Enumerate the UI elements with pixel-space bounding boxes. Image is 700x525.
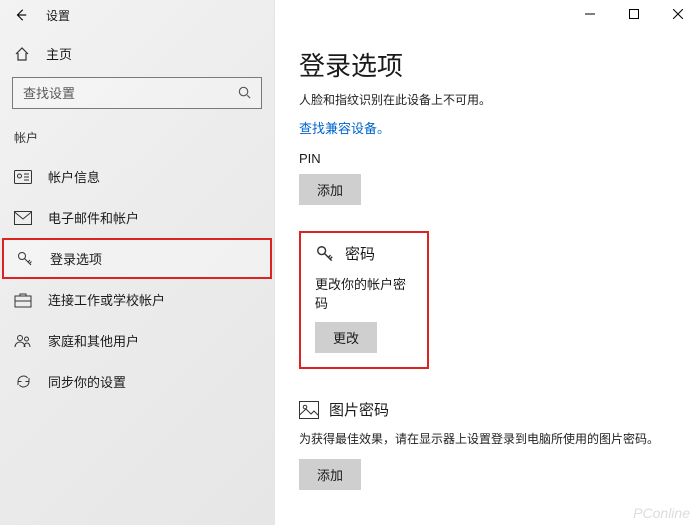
id-card-icon <box>14 168 32 186</box>
sidebar-item-work-school[interactable]: 连接工作或学校帐户 <box>0 279 274 320</box>
password-desc: 更改你的帐户密码 <box>315 274 413 312</box>
briefcase-icon <box>14 291 32 309</box>
picture-password-section: 图片密码 为获得最佳效果，请在显示器上设置登录到电脑所使用的图片密码。 添加 <box>299 399 676 490</box>
back-icon[interactable] <box>14 8 28 22</box>
maximize-button[interactable] <box>612 0 656 28</box>
key-icon <box>16 250 34 268</box>
search-icon <box>237 85 253 101</box>
main-panel: 登录选项 人脸和指纹识别在此设备上不可用。 查找兼容设备。 PIN 添加 密码 … <box>275 0 700 525</box>
sidebar-nav: 帐户信息 电子邮件和帐户 登录选项 连接工作或学校帐户 <box>0 156 274 402</box>
sidebar-item-account-info[interactable]: 帐户信息 <box>0 156 274 197</box>
window-title: 设置 <box>46 7 70 24</box>
sidebar-item-label: 帐户信息 <box>48 167 100 186</box>
picture-desc: 为获得最佳效果，请在显示器上设置登录到电脑所使用的图片密码。 <box>299 430 659 449</box>
section-accounts-label: 帐户 <box>0 123 274 156</box>
close-button[interactable] <box>656 0 700 28</box>
watermark: PConline <box>633 505 690 521</box>
add-pin-button[interactable]: 添加 <box>299 174 361 205</box>
sidebar-item-label: 电子邮件和帐户 <box>48 208 139 227</box>
minimize-button[interactable] <box>568 0 612 28</box>
picture-title: 图片密码 <box>329 399 389 420</box>
sidebar-item-sync[interactable]: 同步你的设置 <box>0 361 274 402</box>
search-input[interactable] <box>21 85 237 102</box>
page-subtext: 人脸和指纹识别在此设备上不可用。 <box>299 91 676 108</box>
mail-icon <box>14 209 32 227</box>
change-password-button[interactable]: 更改 <box>315 322 377 353</box>
window-controls <box>568 0 700 28</box>
page-title: 登录选项 <box>299 46 676 83</box>
sidebar-item-label: 家庭和其他用户 <box>48 331 139 350</box>
find-devices-link[interactable]: 查找兼容设备。 <box>299 118 676 137</box>
people-icon <box>14 332 32 350</box>
sync-icon <box>14 373 32 391</box>
sidebar-item-family[interactable]: 家庭和其他用户 <box>0 320 274 361</box>
sidebar-item-label: 登录选项 <box>50 249 102 268</box>
key-icon <box>315 244 335 264</box>
pin-label: PIN <box>299 151 676 166</box>
picture-icon <box>299 400 319 420</box>
titlebar-left: 设置 <box>0 0 274 30</box>
sidebar-item-label: 同步你的设置 <box>48 372 126 391</box>
password-section: 密码 更改你的帐户密码 更改 <box>299 231 429 369</box>
home-label: 主页 <box>46 44 72 63</box>
add-picture-password-button[interactable]: 添加 <box>299 459 361 490</box>
sidebar-home[interactable]: 主页 <box>0 30 274 73</box>
sidebar: 设置 主页 帐户 帐户信息 <box>0 0 275 525</box>
sidebar-item-signin-options[interactable]: 登录选项 <box>2 238 272 279</box>
search-box[interactable] <box>12 77 262 109</box>
home-icon <box>14 46 30 62</box>
sidebar-item-email[interactable]: 电子邮件和帐户 <box>0 197 274 238</box>
sidebar-item-label: 连接工作或学校帐户 <box>48 290 165 309</box>
password-title: 密码 <box>345 243 375 264</box>
